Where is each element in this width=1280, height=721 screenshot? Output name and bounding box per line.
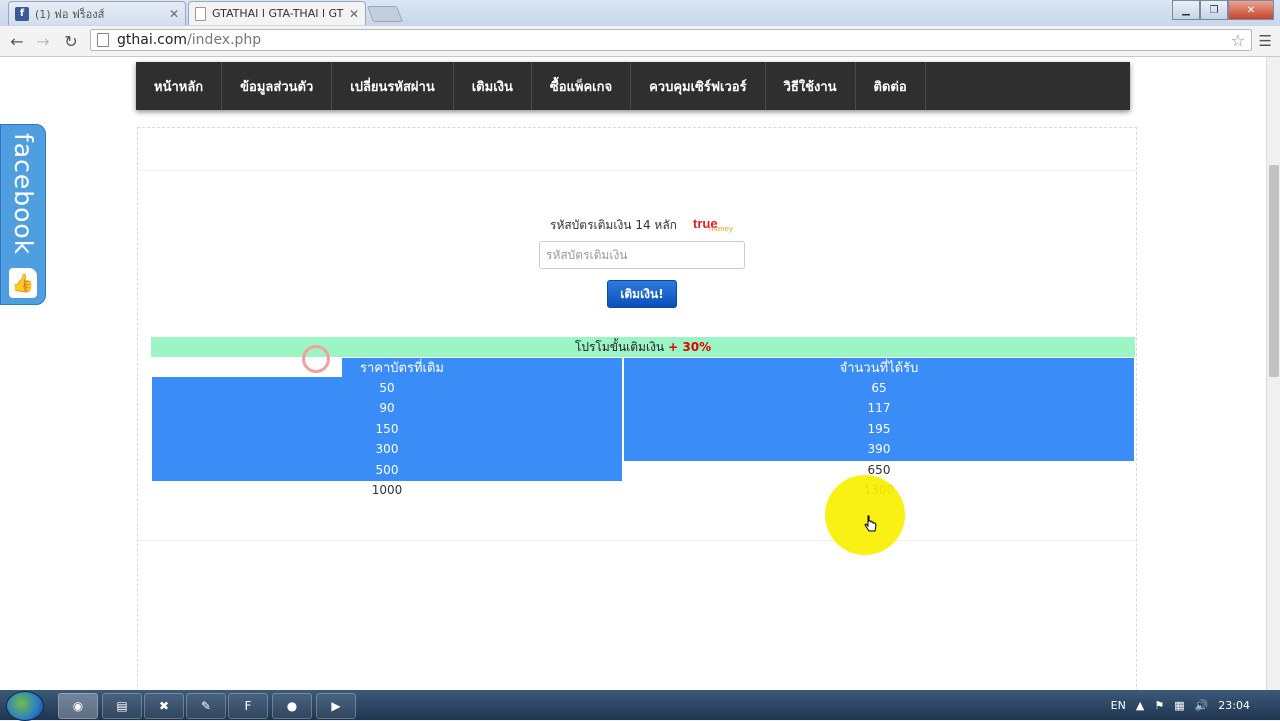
table-cell: 90 xyxy=(379,401,395,415)
url-path: /index.php xyxy=(187,32,262,48)
flag-icon[interactable]: ⚑ xyxy=(1154,699,1164,712)
table-cell: 300 xyxy=(375,442,399,456)
page-scrollbar[interactable] xyxy=(1266,57,1280,690)
window-close-button[interactable]: ✕ xyxy=(1228,0,1274,20)
browser-titlebar: f (1) ฟอ ฟร็องส์ ✕ GTATHAI l GTA-THAI l … xyxy=(0,0,1280,26)
address-bar[interactable]: gthai.com/index.php ☆ xyxy=(90,29,1252,51)
table-cell: 650 xyxy=(867,463,891,477)
maximize-button[interactable]: ❐ xyxy=(1200,0,1228,20)
bookmark-star-icon[interactable]: ☆ xyxy=(1231,31,1245,50)
table-cell: 195 xyxy=(867,422,891,436)
table-cell: 1000 xyxy=(371,483,403,497)
minimize-button[interactable]: ▁ xyxy=(1172,0,1200,20)
divider xyxy=(138,170,1136,171)
explorer-taskbar-icon[interactable]: ▤ xyxy=(102,693,142,719)
close-icon[interactable]: ✕ xyxy=(349,7,359,21)
nav-howto[interactable]: วิธีใช้งาน xyxy=(766,62,856,110)
terminal-taskbar-icon[interactable]: ▶ xyxy=(316,693,356,719)
tab-title: (1) ฟอ ฟร็องส์ xyxy=(35,7,105,21)
thumbs-up-icon: 👍 xyxy=(9,268,37,298)
notepad-taskbar-icon[interactable]: ✎ xyxy=(186,693,226,719)
table-cell: 390 xyxy=(867,442,891,456)
nav-topup[interactable]: เติมเงิน xyxy=(454,62,532,110)
nav-server-control[interactable]: ควบคุมเซิร์ฟเวอร์ xyxy=(631,62,766,110)
app-red-taskbar-icon[interactable]: ● xyxy=(272,693,312,719)
loading-spinner-icon xyxy=(302,345,330,373)
url-host: gthai.com xyxy=(117,32,188,48)
table-cell: 117 xyxy=(867,401,891,415)
nav-profile[interactable]: ข้อมูลส่วนตัว xyxy=(222,62,333,110)
logo-sub: money xyxy=(709,225,733,233)
facebook-tab-label: facebook xyxy=(9,133,38,256)
nav-change-password[interactable]: เปลี่ยนรหัสผ่าน xyxy=(332,62,454,110)
network-icon[interactable]: ▦ xyxy=(1174,699,1184,712)
facebook-side-tab[interactable]: facebook 👍 xyxy=(0,124,46,305)
system-tray: EN ▲ ⚑ ▦ 🔊 23:04 xyxy=(1111,690,1280,720)
table-cell: 150 xyxy=(375,422,399,436)
page-viewport: หน้าหลัก ข้อมูลส่วนตัว เปลี่ยนรหัสผ่าน เ… xyxy=(0,57,1266,690)
reload-icon[interactable]: ↻ xyxy=(60,30,82,52)
clock[interactable]: 23:04 xyxy=(1218,699,1250,712)
nav-contact[interactable]: ติดต่อ xyxy=(856,62,926,110)
forward-arrow-icon[interactable]: → xyxy=(32,30,54,52)
nav-home[interactable]: หน้าหลัก xyxy=(136,62,223,110)
language-indicator[interactable]: EN xyxy=(1111,699,1126,712)
volume-icon[interactable]: 🔊 xyxy=(1195,699,1209,712)
filezilla-taskbar-icon[interactable]: F xyxy=(228,693,268,719)
window-controls: ▁ ❐ ✕ xyxy=(1172,0,1274,20)
card-code-input[interactable] xyxy=(539,241,745,269)
back-arrow-icon[interactable]: ← xyxy=(6,30,28,52)
truemoney-logo: true money xyxy=(693,213,733,233)
topup-submit-button[interactable]: เติมเงิน! xyxy=(607,280,677,308)
facebook-icon: f xyxy=(15,6,29,21)
menu-icon[interactable]: ☰ xyxy=(1259,32,1272,50)
nav-buy-package[interactable]: ซื้อแพ็คเกจ xyxy=(532,62,632,110)
close-icon[interactable]: ✕ xyxy=(169,7,179,21)
site-navbar: หน้าหลัก ข้อมูลส่วนตัว เปลี่ยนรหัสผ่าน เ… xyxy=(136,62,1130,110)
tab-facebook[interactable]: f (1) ฟอ ฟร็องส์ ✕ xyxy=(8,1,186,25)
content-panel: รหัสบัตรเติมเงิน 14 หลัก true money เติม… xyxy=(137,127,1137,690)
start-button[interactable] xyxy=(6,691,44,721)
header-card-price: ราคาบัตรที่เติม xyxy=(360,361,444,376)
table-cell: 50 xyxy=(379,381,395,395)
promo-banner: โปรโมขั้นเติมเงิน + 30% xyxy=(151,337,1135,357)
promo-text: โปรโมขั้นเติมเงิน xyxy=(574,339,665,354)
page-icon xyxy=(97,33,109,47)
header-credit-received: จำนวนที่ได้รับ xyxy=(839,361,919,376)
promo-bonus: + 30% xyxy=(668,340,712,354)
mouse-pointer-icon xyxy=(864,515,877,532)
table-cell: 500 xyxy=(375,463,399,477)
scrollbar-thumb[interactable] xyxy=(1269,165,1279,377)
tray-expand-icon[interactable]: ▲ xyxy=(1136,699,1144,712)
app-x-taskbar-icon[interactable]: ✖ xyxy=(144,693,184,719)
table-cell: 65 xyxy=(871,381,887,395)
chrome-taskbar-icon[interactable]: ◉ xyxy=(58,693,98,719)
card-code-label: รหัสบัตรเติมเงิน 14 หลัก xyxy=(550,218,677,232)
tab-title: GTATHAI l GTA-THAI l GT xyxy=(212,7,344,20)
divider xyxy=(138,540,1136,541)
new-tab-button[interactable] xyxy=(367,6,403,22)
tab-gtathai[interactable]: GTATHAI l GTA-THAI l GT ✕ xyxy=(188,1,366,25)
browser-toolbar: ← → ↻ gthai.com/index.php ☆ ☰ xyxy=(0,26,1280,57)
os-taskbar: ◉ ▤ ✖ ✎ F ● ▶ EN ▲ ⚑ ▦ 🔊 23:04 xyxy=(0,690,1280,721)
page-icon xyxy=(195,6,206,21)
